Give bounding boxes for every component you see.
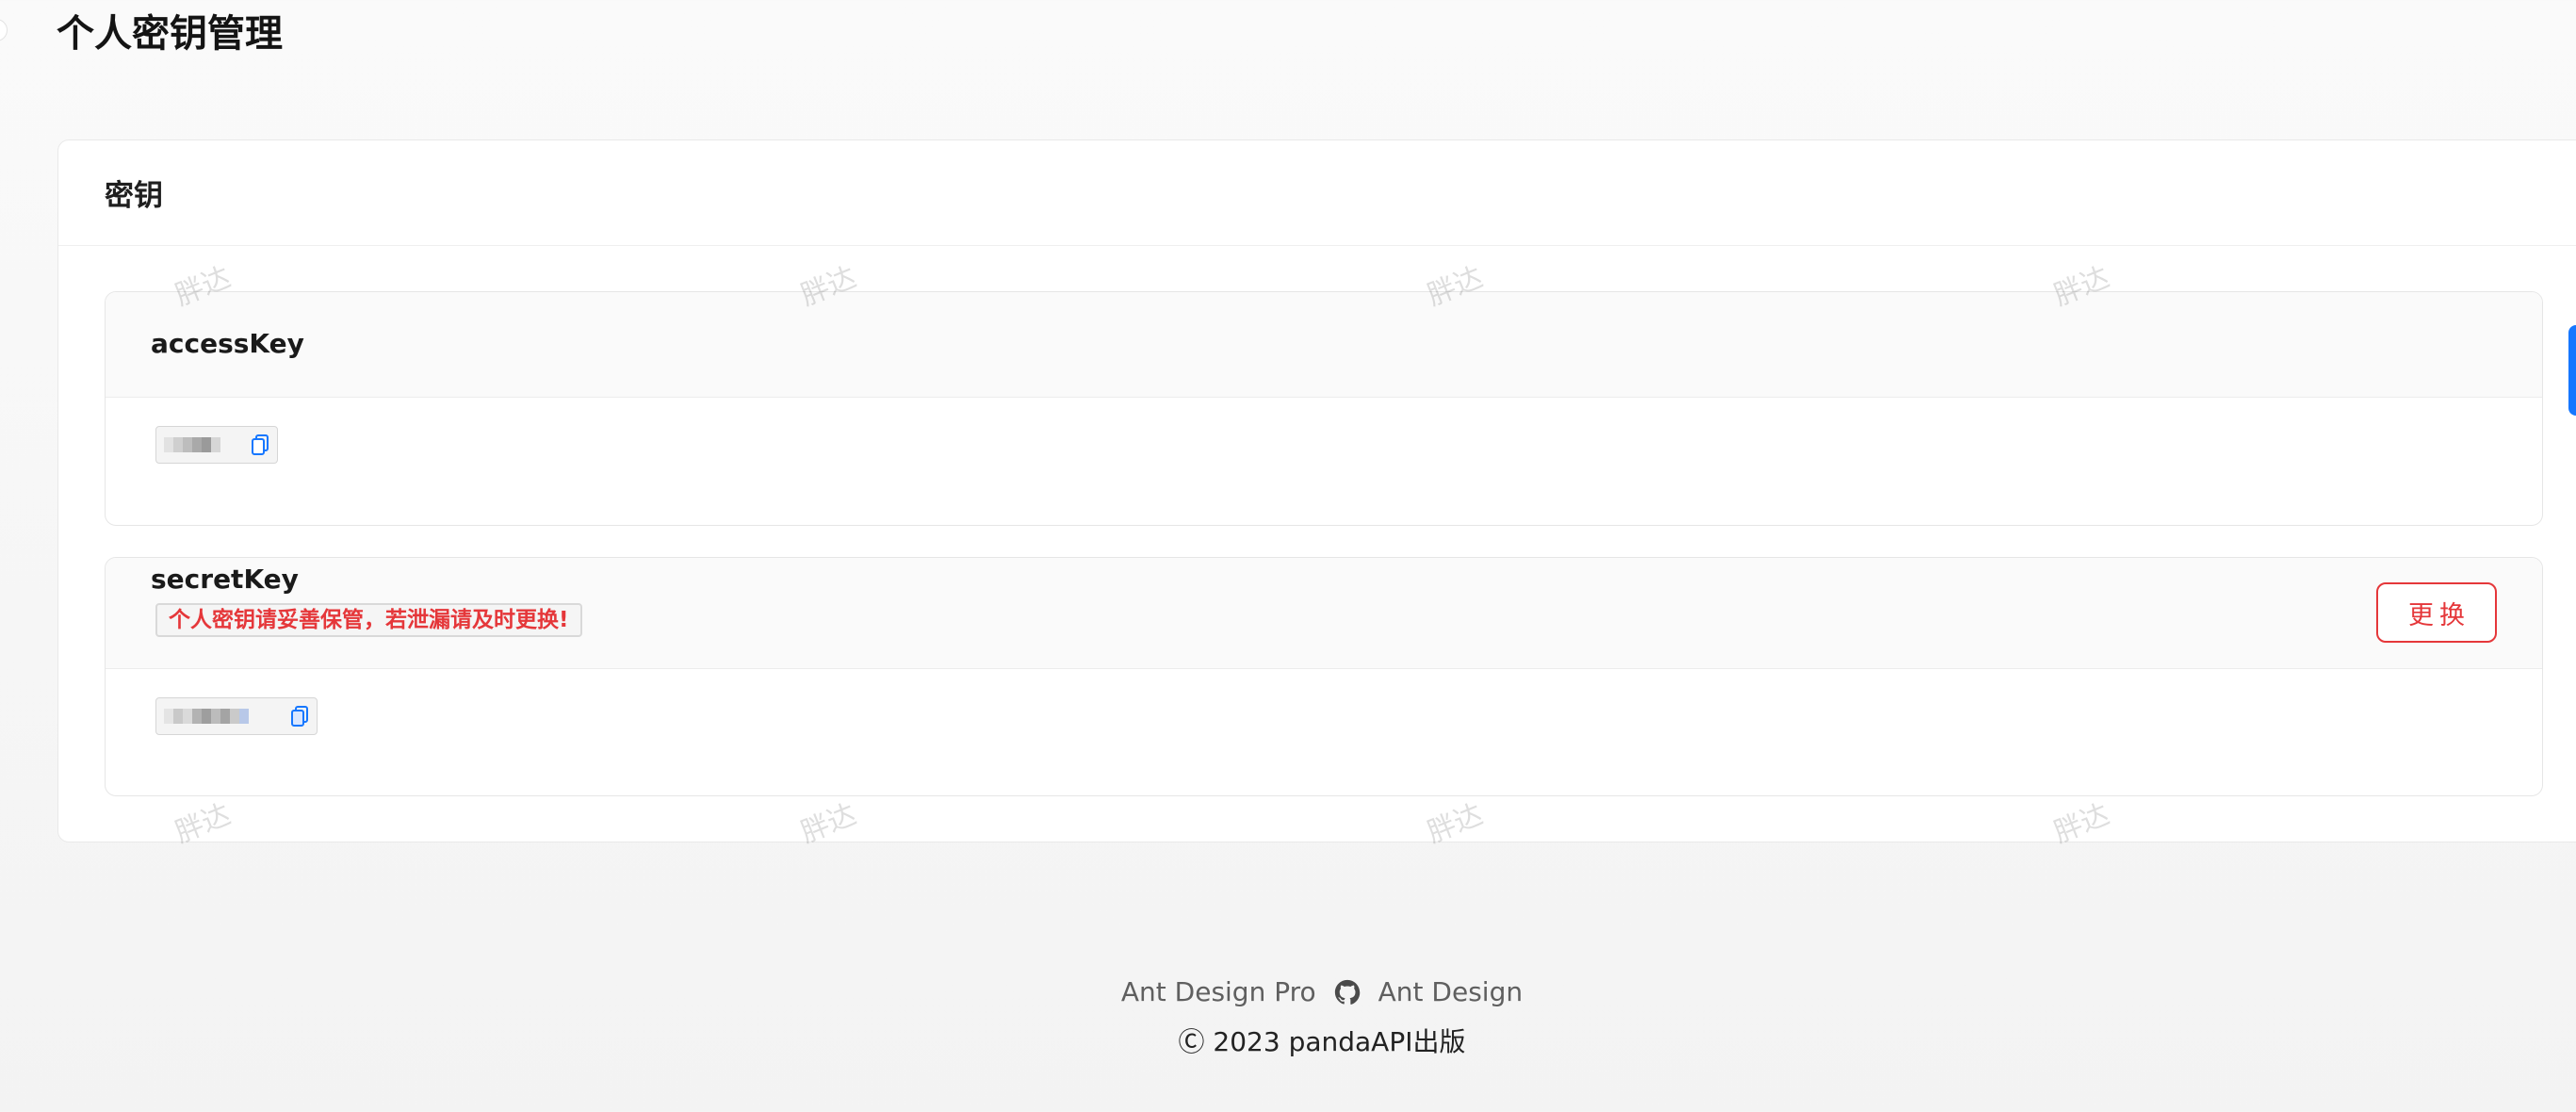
footer-links: Ant Design Pro Ant Design: [0, 976, 2576, 1007]
access-key-card: accessKey: [105, 291, 2543, 526]
footer-link-ant-design-pro[interactable]: Ant Design Pro: [1121, 976, 1316, 1007]
page-title: 个人密钥管理: [57, 12, 283, 56]
access-key-value: [155, 426, 278, 464]
change-key-button[interactable]: 更换: [2376, 582, 2497, 643]
watermark: 胖达: [170, 797, 236, 850]
access-key-card-header: accessKey: [106, 292, 2542, 398]
masked-key-pixels: [164, 437, 243, 452]
footer-copyright: Ⓒ 2023 pandaAPI出版: [1178, 1026, 1466, 1057]
keys-card-title: 密钥: [105, 179, 163, 213]
keys-card-header: 密钥: [58, 140, 2576, 246]
secret-key-label: secretKey: [151, 564, 299, 595]
floating-settings-handle[interactable]: [2568, 325, 2576, 416]
secret-key-card: secretKey 个人密钥请妥善保管，若泄漏请及时更换! 更换: [105, 557, 2543, 796]
copy-icon[interactable]: [288, 704, 311, 728]
copy-icon[interactable]: [249, 433, 271, 457]
collapse-toggle[interactable]: [0, 19, 8, 41]
github-icon[interactable]: [1333, 978, 1361, 1006]
secret-key-card-header: secretKey 个人密钥请妥善保管，若泄漏请及时更换! 更换: [106, 558, 2542, 669]
secret-key-warning-tag: 个人密钥请妥善保管，若泄漏请及时更换!: [155, 603, 582, 637]
watermark: 胖达: [1422, 797, 1488, 850]
watermark: 胖达: [795, 797, 861, 850]
access-key-label: accessKey: [151, 328, 304, 359]
secret-key-value: [155, 697, 318, 735]
keys-card: 密钥 accessKey secretKey 个人密钥请妥善保管，若泄漏请及时更…: [57, 139, 2576, 850]
footer-link-ant-design[interactable]: Ant Design: [1378, 976, 1523, 1007]
watermark: 胖达: [2048, 797, 2114, 850]
masked-key-pixels: [164, 709, 283, 724]
